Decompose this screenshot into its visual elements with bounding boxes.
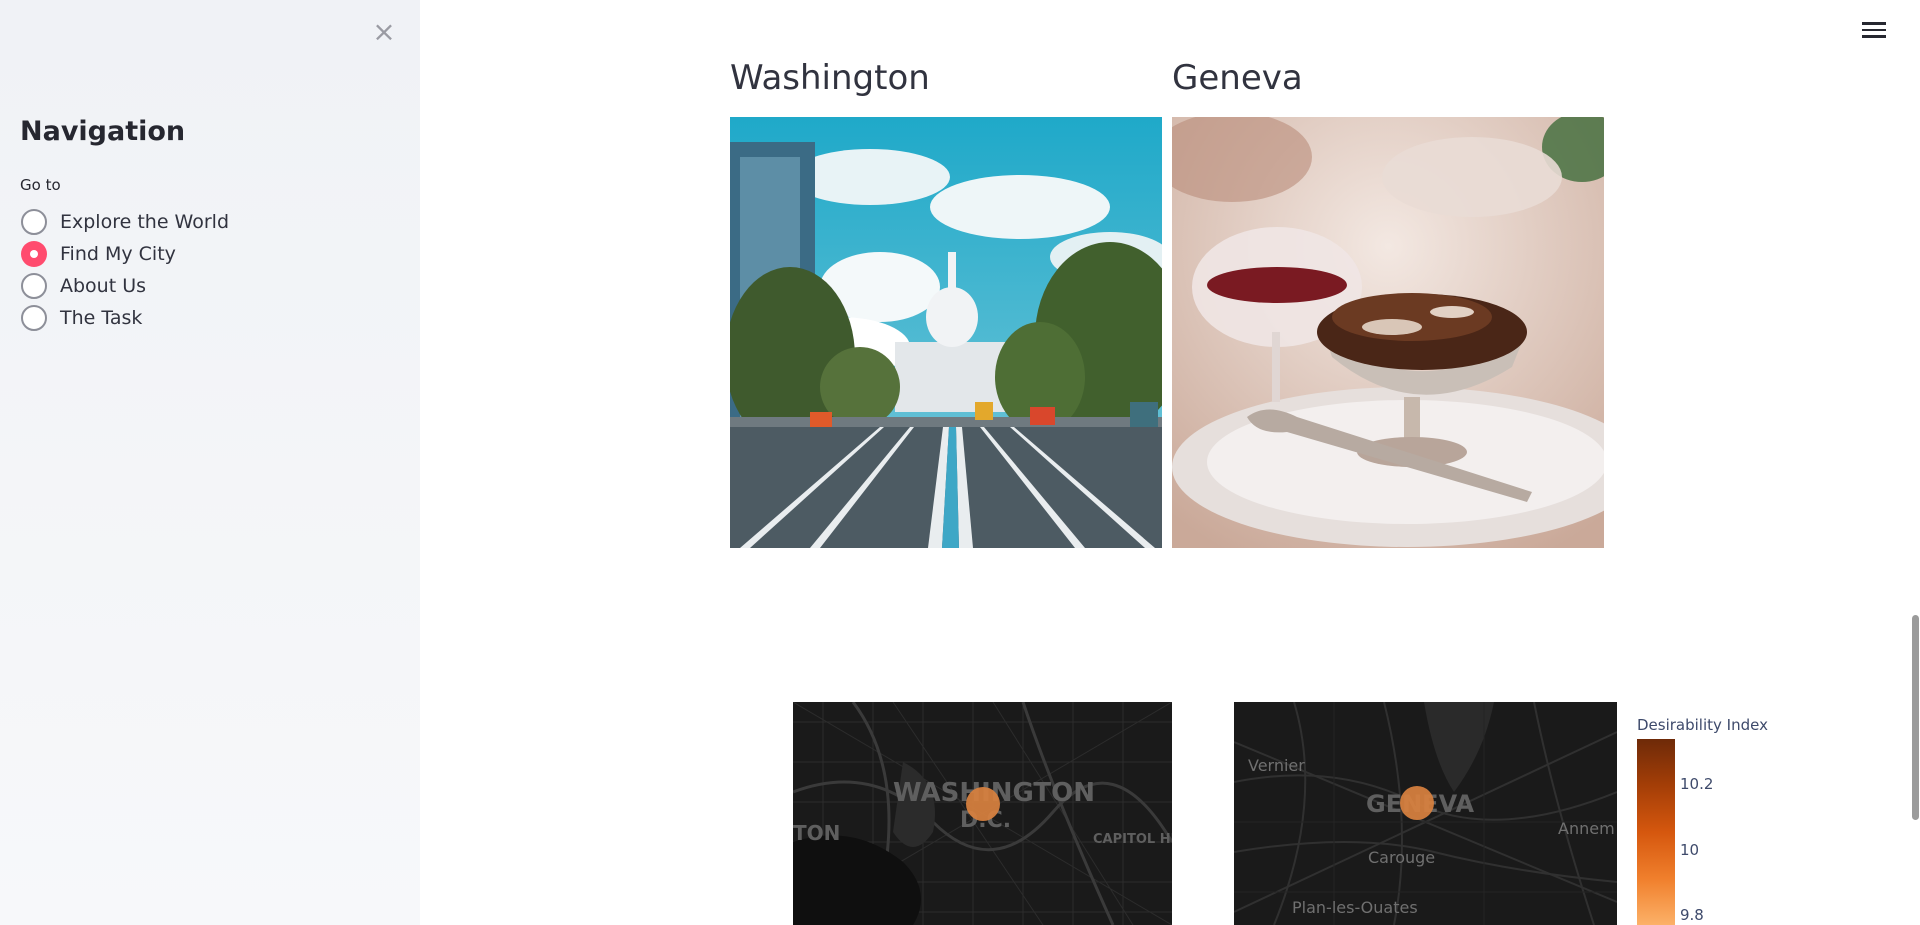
- city-title-geneva: Geneva: [1172, 58, 1303, 98]
- navigation-title: Navigation: [20, 116, 186, 147]
- map-label-carouge: Carouge: [1368, 848, 1436, 867]
- radio-label: About Us: [60, 275, 147, 297]
- city-marker[interactable]: [1400, 786, 1434, 820]
- sidebar: × Navigation Go to Explore the World Fin…: [0, 0, 420, 925]
- colorbar-title: Desirability Index: [1637, 716, 1768, 734]
- map-label-capitol-hill: CAPITOL HI: [1093, 832, 1172, 847]
- radio-label: Find My City: [60, 243, 176, 265]
- scrollbar-thumb[interactable]: [1912, 615, 1919, 820]
- radio-label: The Task: [60, 307, 143, 329]
- radio-button[interactable]: [21, 273, 47, 299]
- go-to-label: Go to: [20, 176, 61, 194]
- hamburger-menu-icon: [1862, 22, 1886, 38]
- geneva-photo: [1172, 117, 1604, 548]
- geneva-map[interactable]: Vernier GENEVA Carouge Annem Plan-les-Ou…: [1234, 702, 1617, 925]
- radio-about-us[interactable]: About Us: [21, 270, 229, 302]
- close-sidebar-button[interactable]: ×: [370, 18, 398, 46]
- colorbar-tick: 9.8: [1680, 906, 1704, 924]
- colorbar-tick: 10.2: [1680, 775, 1714, 793]
- map-label-vernier: Vernier: [1248, 756, 1305, 775]
- map-label-ton: TON: [793, 821, 841, 845]
- radio-explore-the-world[interactable]: Explore the World: [21, 206, 229, 238]
- radio-button[interactable]: [21, 209, 47, 235]
- colorbar: [1637, 739, 1675, 925]
- navigation-radio-group: Explore the World Find My City About Us …: [21, 206, 229, 334]
- washington-map[interactable]: WASHINGTON D.C. TON CAPITOL HI: [793, 702, 1172, 925]
- radio-label: Explore the World: [60, 211, 230, 233]
- city-title-washington: Washington: [730, 58, 930, 98]
- city-marker[interactable]: [966, 787, 1000, 821]
- washington-photo: [730, 117, 1162, 548]
- radio-button-selected[interactable]: [21, 241, 47, 267]
- radio-button[interactable]: [21, 305, 47, 331]
- radio-find-my-city[interactable]: Find My City: [21, 238, 229, 270]
- colorbar-tick: 10: [1680, 841, 1700, 859]
- close-icon: ×: [372, 15, 396, 48]
- radio-the-task[interactable]: The Task: [21, 302, 229, 334]
- main-menu-button[interactable]: [1862, 18, 1886, 42]
- map-label-plan-les-ouates: Plan-les-Ouates: [1292, 898, 1418, 917]
- map-label-annem: Annem: [1558, 819, 1615, 838]
